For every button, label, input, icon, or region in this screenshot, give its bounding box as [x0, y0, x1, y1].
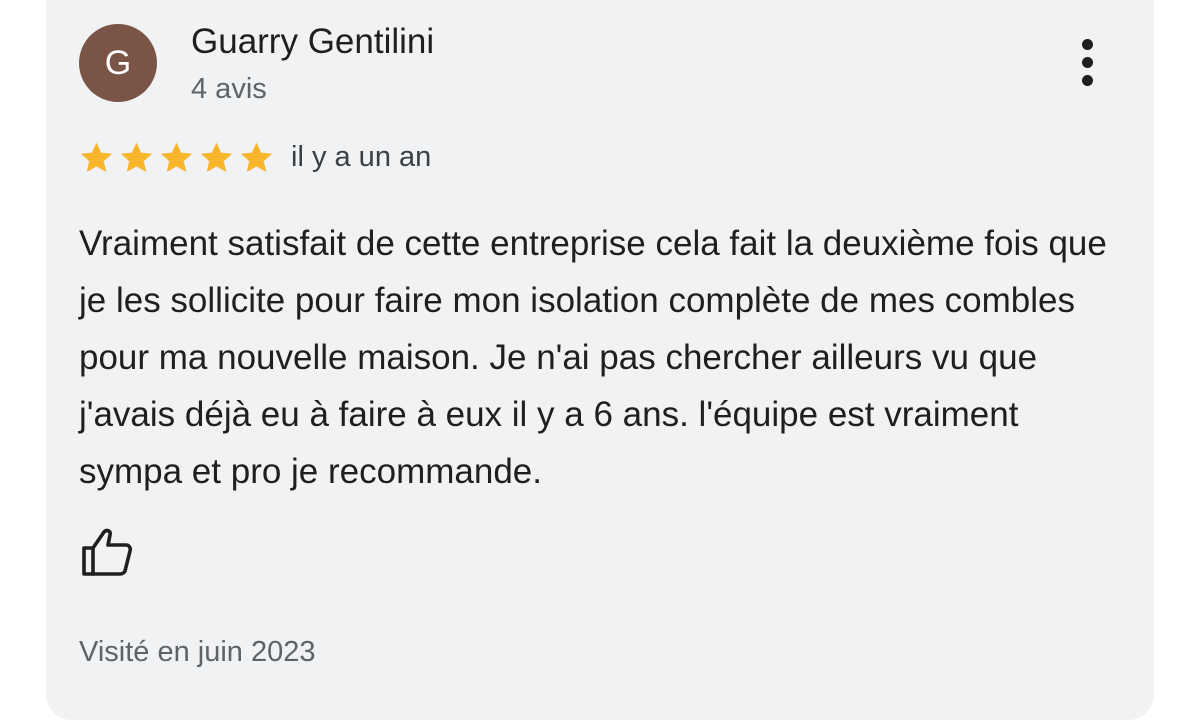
thumbs-up-icon	[82, 528, 133, 576]
review-text: Vraiment satisfait de cette entreprise c…	[79, 224, 1107, 491]
avatar-initial: G	[104, 43, 132, 82]
author-name[interactable]: Guarry Gentilini	[191, 22, 434, 62]
more-options-button[interactable]	[1070, 36, 1106, 90]
star-icon	[240, 142, 273, 172]
star-icon	[160, 142, 193, 172]
star-icon	[200, 142, 233, 172]
review-date: il y a un an	[291, 141, 432, 173]
like-button[interactable]	[80, 526, 134, 578]
star-icon	[120, 142, 153, 172]
visited-date: Visité en juin 2023	[79, 636, 316, 668]
star-icon	[80, 142, 113, 172]
avatar[interactable]: G	[79, 24, 157, 102]
author-review-count: 4 avis	[191, 73, 267, 105]
star-rating	[78, 140, 275, 176]
